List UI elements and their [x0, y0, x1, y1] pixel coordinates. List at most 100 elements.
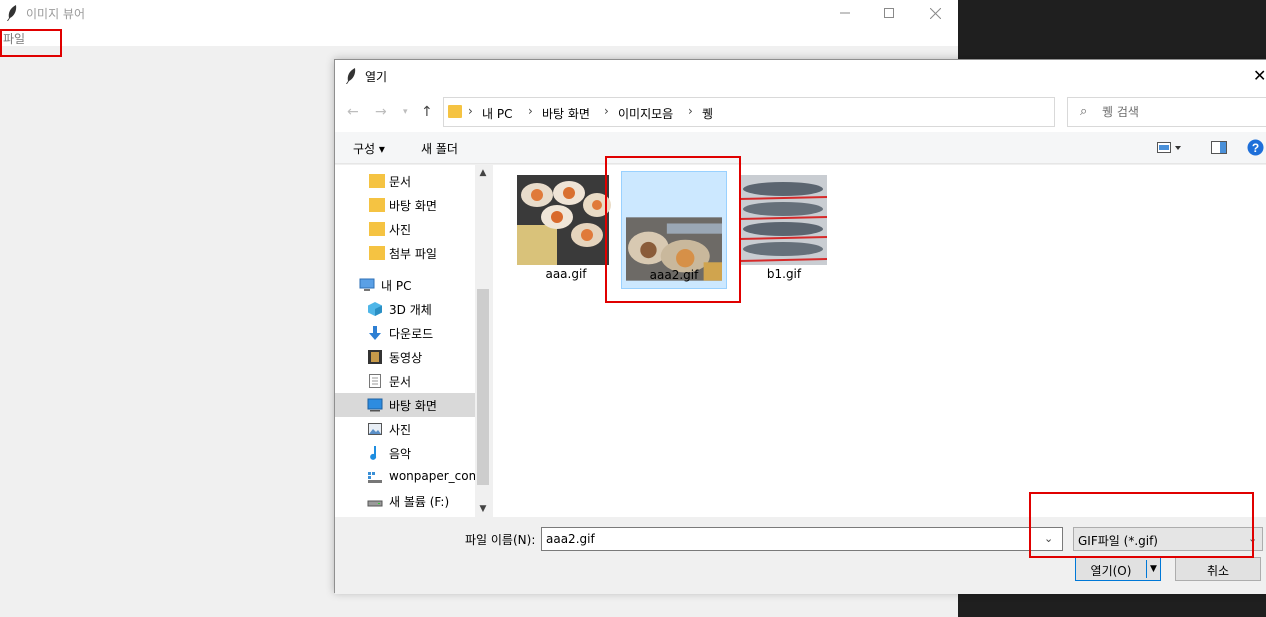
- dialog-close-button[interactable]: ✕: [1253, 66, 1266, 85]
- nav-item-documents-pc[interactable]: 문서: [335, 369, 475, 393]
- nav-item-label: 음악: [389, 447, 412, 461]
- file-item-aaa[interactable]: aaa.gif: [513, 171, 619, 289]
- chevron-up-icon[interactable]: ▲: [475, 165, 491, 181]
- nav-item-label: 문서: [389, 175, 412, 189]
- minimize-button[interactable]: [822, 0, 868, 26]
- nav-item-desktop-quick[interactable]: 바탕 화면: [335, 193, 475, 217]
- nav-item-label: 사진: [389, 223, 412, 237]
- window-close-button[interactable]: [912, 0, 958, 26]
- video-icon: [368, 350, 382, 364]
- back-arrow-icon[interactable]: ←: [347, 104, 359, 120]
- dialog-titlebar: 열기 ✕: [335, 60, 1266, 92]
- nav-item-label: wonpaper_com: [389, 469, 481, 483]
- menubar: 파일: [0, 26, 958, 46]
- chevron-right-icon: ›: [468, 104, 473, 118]
- highlight-file-type-filter: [1029, 492, 1254, 558]
- new-folder-button[interactable]: 새 폴더: [421, 140, 458, 157]
- breadcrumb-image-collection[interactable]: 이미지모음: [618, 105, 673, 122]
- nav-item-my-pc[interactable]: 내 PC: [335, 273, 475, 297]
- filename-input[interactable]: aaa2.gif ⌄: [541, 527, 1063, 551]
- filename-label: 파일 이름(N):: [465, 533, 536, 547]
- filename-value: aaa2.gif: [546, 532, 595, 546]
- view-options-icon[interactable]: [1157, 142, 1183, 154]
- desktop-icon: [367, 398, 383, 412]
- maximize-button[interactable]: [866, 0, 912, 26]
- dialog-title: 열기: [365, 70, 388, 84]
- recent-chevron-icon[interactable]: ▾: [403, 107, 408, 117]
- nav-item-label: 사진: [389, 423, 412, 437]
- highlight-file-menu: [0, 29, 62, 57]
- organize-button[interactable]: 구성 ▾: [353, 140, 385, 157]
- folder-icon: [369, 198, 385, 212]
- nav-item-network-share[interactable]: wonpaper_com: [335, 465, 480, 489]
- cancel-button[interactable]: 취소: [1175, 557, 1261, 581]
- nav-item-pictures[interactable]: 사진: [335, 417, 475, 441]
- file-item-b1[interactable]: b1.gif: [731, 171, 837, 289]
- app-titlebar: 이미지 뷰어: [0, 0, 958, 26]
- nav-item-videos[interactable]: 동영상: [335, 345, 475, 369]
- nav-item-desktop[interactable]: 바탕 화면: [335, 393, 475, 417]
- image-thumbnail: [738, 175, 828, 265]
- folder-icon: [369, 222, 385, 236]
- nav-item-label: 바탕 화면: [389, 399, 437, 413]
- cube-icon: [368, 302, 382, 316]
- dialog-toolbar: 구성 ▾ 새 폴더 ?: [335, 132, 1266, 164]
- address-bar[interactable]: › 내 PC › 바탕 화면 › 이미지모음 › 퀭 ⌄ ↻: [443, 97, 1154, 127]
- nav-item-label: 내 PC: [381, 279, 412, 293]
- open-button[interactable]: 열기(O) ▼: [1075, 557, 1161, 581]
- chevron-right-icon: ›: [688, 104, 693, 118]
- svg-text:?: ?: [1252, 141, 1259, 155]
- breadcrumb-desktop[interactable]: 바탕 화면: [542, 105, 590, 122]
- chevron-down-icon[interactable]: ▼: [475, 501, 491, 517]
- nav-item-label: 새 볼륨 (F:): [389, 495, 450, 509]
- breadcrumb-my-pc[interactable]: 내 PC: [482, 105, 512, 122]
- drive-icon: [367, 500, 383, 507]
- up-arrow-icon[interactable]: ↑: [421, 104, 433, 120]
- nav-item-label: 3D 개체: [389, 303, 432, 317]
- nav-item-label: 바탕 화면: [389, 199, 437, 213]
- feather-icon: [7, 5, 17, 21]
- file-name: aaa.gif: [545, 267, 587, 281]
- search-icon: ⌕: [1080, 104, 1088, 119]
- picture-icon: [368, 423, 382, 435]
- app-title: 이미지 뷰어: [26, 7, 86, 21]
- download-icon: [369, 326, 381, 340]
- navpane-scrollbar[interactable]: ▲ ▼: [475, 165, 491, 517]
- scroll-thumb[interactable]: [477, 289, 489, 485]
- maximize-icon: [884, 8, 894, 18]
- document-icon: [369, 374, 381, 388]
- nav-item-documents[interactable]: 문서: [335, 169, 475, 193]
- nav-item-label: 문서: [389, 375, 412, 389]
- nav-item-music[interactable]: 음악: [335, 441, 475, 465]
- chevron-right-icon: ›: [528, 104, 533, 118]
- nav-item-volume-f[interactable]: 새 볼륨 (F:): [335, 489, 475, 513]
- breadcrumb-current-folder[interactable]: 퀭: [702, 105, 713, 122]
- file-name: b1.gif: [766, 267, 802, 281]
- network-icon: [368, 472, 382, 483]
- open-split-arrow-icon[interactable]: ▼: [1146, 560, 1160, 578]
- folder-icon: [369, 246, 385, 260]
- nav-item-downloads[interactable]: 다운로드: [335, 321, 475, 345]
- help-icon[interactable]: ?: [1247, 139, 1264, 156]
- computer-icon: [359, 278, 375, 291]
- navigation-bar: ← → ▾ ↑ › 내 PC › 바탕 화면 › 이미지모음 › 퀭 ⌄ ↻ ⌕: [335, 92, 1266, 132]
- music-icon: [370, 446, 377, 460]
- image-thumbnail: [517, 175, 611, 265]
- folder-icon: [369, 174, 385, 188]
- folder-icon: [448, 105, 462, 118]
- highlight-selected-file: [605, 156, 741, 303]
- open-button-label: 열기(O): [1090, 564, 1132, 578]
- nav-item-pictures-quick[interactable]: 사진: [335, 217, 475, 241]
- minimize-icon: [840, 12, 850, 14]
- nav-item-3d-objects[interactable]: 3D 개체: [335, 297, 475, 321]
- nav-item-attachments[interactable]: 첨부 파일: [335, 241, 475, 265]
- search-input[interactable]: [1102, 103, 1262, 121]
- forward-arrow-icon[interactable]: →: [375, 104, 387, 120]
- close-icon: [929, 7, 941, 19]
- nav-item-label: 동영상: [389, 351, 423, 365]
- feather-icon: [346, 68, 356, 84]
- preview-pane-icon[interactable]: [1211, 141, 1227, 154]
- nav-item-label: 첨부 파일: [389, 247, 437, 261]
- search-box[interactable]: ⌕: [1067, 97, 1266, 127]
- chevron-right-icon: ›: [604, 104, 609, 118]
